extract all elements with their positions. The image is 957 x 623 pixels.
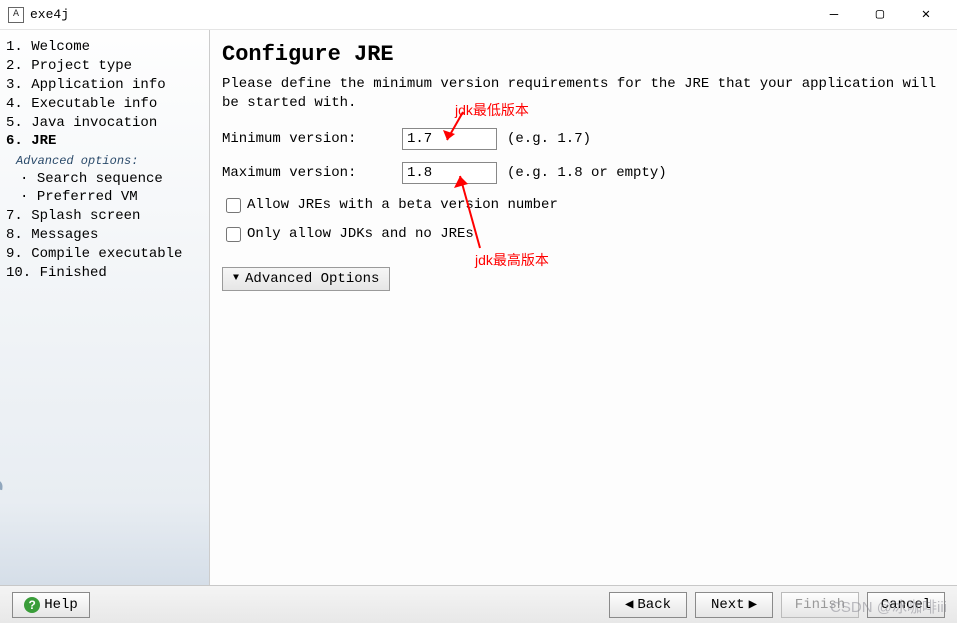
back-button-label: Back xyxy=(637,597,671,613)
only-jdk-checkbox[interactable] xyxy=(226,227,241,242)
page-description: Please define the minimum version requir… xyxy=(222,75,939,113)
help-button-label: Help xyxy=(44,597,78,613)
step-welcome[interactable]: 1. Welcome xyxy=(6,38,203,57)
advanced-options-button[interactable]: ▼ Advanced Options xyxy=(222,267,390,291)
min-version-hint: (e.g. 1.7) xyxy=(507,131,591,147)
next-button-label: Next xyxy=(711,597,745,613)
close-button[interactable]: ✕ xyxy=(903,0,949,30)
annotation-max: jdk最高版本 xyxy=(475,250,549,270)
help-button[interactable]: ? Help xyxy=(12,592,90,618)
chevron-down-icon: ▼ xyxy=(233,273,239,284)
step-project-type[interactable]: 2. Project type xyxy=(6,57,203,76)
cancel-button-label: Cancel xyxy=(881,597,931,613)
page-title: Configure JRE xyxy=(222,42,939,67)
min-version-label: Minimum version: xyxy=(222,131,402,147)
back-button[interactable]: ◀ Back xyxy=(609,592,687,618)
row-allow-beta: Allow JREs with a beta version number xyxy=(222,195,939,216)
app-icon: A xyxy=(8,7,24,23)
step-jre[interactable]: 6. JRE xyxy=(6,132,203,151)
allow-beta-checkbox[interactable] xyxy=(226,198,241,213)
wizard-sidebar: 1. Welcome 2. Project type 3. Applicatio… xyxy=(0,30,210,585)
main-area: 1. Welcome 2. Project type 3. Applicatio… xyxy=(0,30,957,585)
window-controls: — ▢ ✕ xyxy=(811,0,949,30)
minimize-button[interactable]: — xyxy=(811,0,857,30)
max-version-label: Maximum version: xyxy=(222,165,402,181)
max-version-hint: (e.g. 1.8 or empty) xyxy=(507,165,667,181)
advanced-options-header: Advanced options: xyxy=(6,153,203,169)
finish-button-label: Finish xyxy=(795,597,845,613)
step-executable-info[interactable]: 4. Executable info xyxy=(6,95,203,114)
brand-logo: exe4j xyxy=(0,474,4,579)
wizard-steps: 1. Welcome 2. Project type 3. Applicatio… xyxy=(6,38,203,283)
help-icon: ? xyxy=(24,597,40,613)
wizard-footer: ? Help ◀ Back Next ▶ Finish Cancel xyxy=(0,585,957,623)
step-splash-screen[interactable]: 7. Splash screen xyxy=(6,207,203,226)
step-messages[interactable]: 8. Messages xyxy=(6,226,203,245)
maximize-button[interactable]: ▢ xyxy=(857,0,903,30)
step-search-sequence[interactable]: Search sequence xyxy=(6,170,203,189)
next-button[interactable]: Next ▶ xyxy=(695,592,773,618)
content-panel: Configure JRE Please define the minimum … xyxy=(210,30,957,585)
row-only-jdk: Only allow JDKs and no JREs xyxy=(222,224,939,245)
triangle-right-icon: ▶ xyxy=(749,596,757,613)
cancel-button[interactable]: Cancel xyxy=(867,592,945,618)
row-min-version: Minimum version: (e.g. 1.7) xyxy=(222,127,939,151)
triangle-left-icon: ◀ xyxy=(625,596,633,613)
step-preferred-vm[interactable]: Preferred VM xyxy=(6,188,203,207)
step-compile-executable[interactable]: 9. Compile executable xyxy=(6,245,203,264)
allow-beta-label: Allow JREs with a beta version number xyxy=(247,197,558,213)
row-max-version: Maximum version: (e.g. 1.8 or empty) xyxy=(222,161,939,185)
step-finished[interactable]: 10. Finished xyxy=(6,264,203,283)
window-title: exe4j xyxy=(30,7,811,22)
finish-button: Finish xyxy=(781,592,859,618)
min-version-input[interactable] xyxy=(402,128,497,150)
only-jdk-label: Only allow JDKs and no JREs xyxy=(247,226,474,242)
step-java-invocation[interactable]: 5. Java invocation xyxy=(6,114,203,133)
step-application-info[interactable]: 3. Application info xyxy=(6,76,203,95)
max-version-input[interactable] xyxy=(402,162,497,184)
advanced-options-label: Advanced Options xyxy=(245,271,379,287)
titlebar: A exe4j — ▢ ✕ xyxy=(0,0,957,30)
